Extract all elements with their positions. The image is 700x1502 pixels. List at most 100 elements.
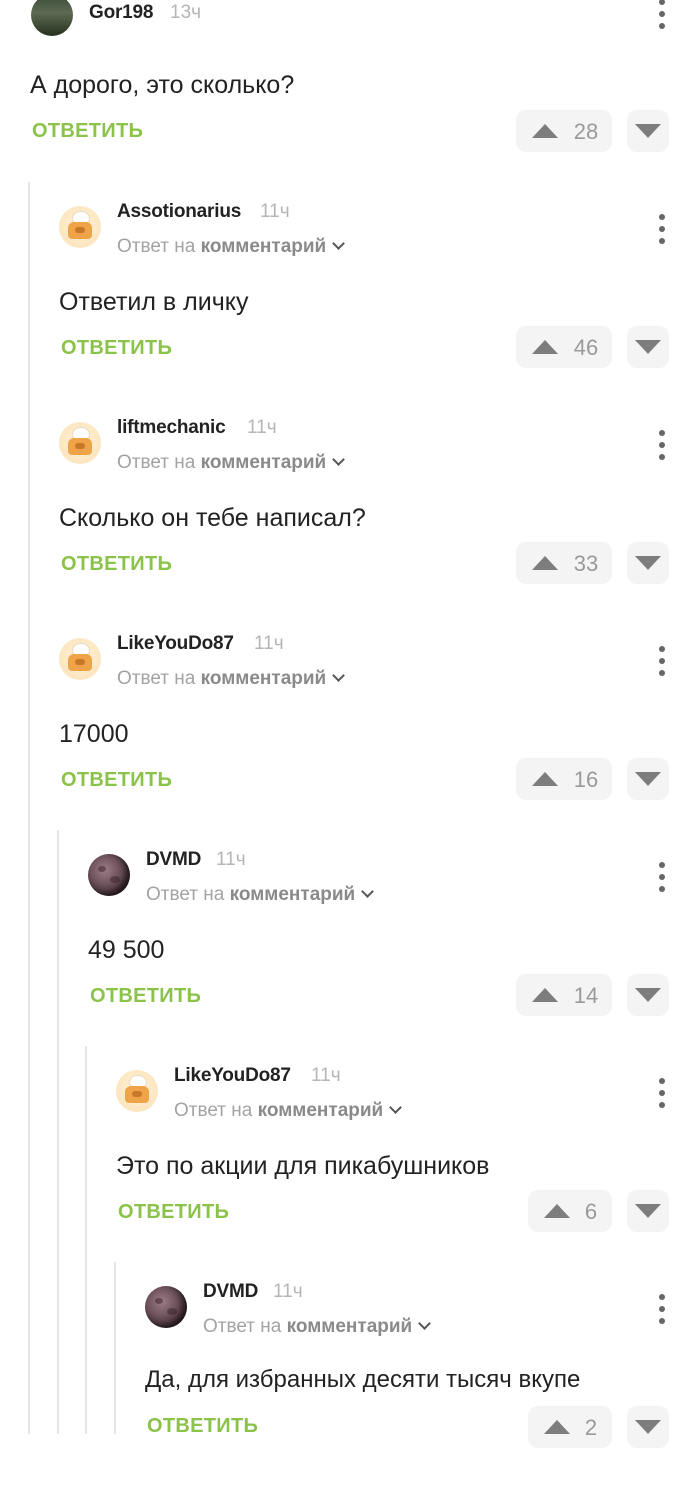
comment-author[interactable]: DVMD: [146, 849, 201, 871]
arrow-up-icon: [544, 1204, 570, 1218]
comment-author[interactable]: Gor198: [89, 2, 153, 24]
more-options-icon[interactable]: [657, 646, 667, 676]
comment: Gor198 13ч А дорого, это сколько? ОТВЕТИ…: [0, 0, 700, 210]
avatar[interactable]: [88, 854, 130, 896]
reply-to-target: комментарий: [286, 1316, 413, 1337]
upvote-button[interactable]: 6: [528, 1190, 612, 1232]
comment-time: 13ч: [170, 2, 202, 23]
upvote-button[interactable]: 46: [516, 326, 612, 368]
comment-time: 11ч: [216, 849, 246, 870]
reply-to-prefix: Ответ на: [117, 236, 196, 257]
reply-to-link[interactable]: Ответ на комментарий: [117, 668, 346, 690]
comment-text: 49 500: [88, 936, 165, 964]
upvote-button[interactable]: 28: [516, 110, 612, 152]
reply-button[interactable]: ОТВЕТИТЬ: [61, 769, 172, 792]
more-options-icon[interactable]: [657, 214, 667, 244]
chevron-down-icon: [332, 453, 346, 466]
avatar[interactable]: [59, 206, 101, 248]
chevron-down-icon: [361, 885, 375, 898]
vote-count: 2: [584, 1415, 598, 1440]
comment-time: 11ч: [247, 417, 277, 438]
comment-text: Да, для избранных десяти тысяч вкупе: [145, 1366, 581, 1393]
reply-button[interactable]: ОТВЕТИТЬ: [90, 985, 201, 1008]
reply-button[interactable]: ОТВЕТИТЬ: [118, 1201, 229, 1224]
upvote-button[interactable]: 33: [516, 542, 612, 584]
arrow-down-icon: [635, 124, 661, 138]
comment-author[interactable]: DVMD: [203, 1281, 258, 1303]
chevron-down-icon: [418, 1317, 432, 1330]
vote-count: 28: [573, 119, 599, 144]
arrow-up-icon: [532, 556, 558, 570]
reply-to-target: комментарий: [200, 236, 327, 257]
reply-button[interactable]: ОТВЕТИТЬ: [61, 337, 172, 360]
reply-to-target: комментарий: [200, 668, 327, 689]
reply-to-link[interactable]: Ответ на комментарий: [117, 236, 346, 258]
reply-button[interactable]: ОТВЕТИТЬ: [61, 553, 172, 576]
downvote-button[interactable]: [627, 110, 669, 152]
comment-author[interactable]: LikeYouDo87: [117, 633, 234, 655]
reply-to-prefix: Ответ на: [117, 668, 196, 689]
more-options-icon[interactable]: [657, 862, 667, 892]
reply-to-link[interactable]: Ответ на комментарий: [203, 1316, 432, 1338]
upvote-button[interactable]: 2: [528, 1406, 612, 1448]
reply-to-target: комментарий: [257, 1100, 384, 1121]
reply-to-prefix: Ответ на: [146, 884, 225, 905]
vote-count: 16: [573, 767, 599, 792]
more-options-icon[interactable]: [657, 430, 667, 460]
reply-to-link[interactable]: Ответ на комментарий: [174, 1100, 403, 1122]
more-options-icon[interactable]: [657, 1294, 667, 1324]
comment-text: Это по акции для пикабушников: [116, 1152, 490, 1180]
comment-text: А дорого, это сколько?: [30, 71, 295, 99]
arrow-up-icon: [532, 772, 558, 786]
comment-time: 11ч: [311, 1065, 341, 1086]
reply-to-target: комментарий: [229, 884, 356, 905]
comment: liftmechanic 11ч Ответ на комментарий Ск…: [0, 417, 700, 638]
more-options-icon[interactable]: [657, 1078, 667, 1108]
arrow-down-icon: [635, 772, 661, 786]
vote-count: 14: [573, 983, 599, 1008]
comment-author[interactable]: liftmechanic: [117, 417, 226, 439]
arrow-up-icon: [544, 1420, 570, 1434]
downvote-button[interactable]: [627, 974, 669, 1016]
arrow-down-icon: [635, 340, 661, 354]
downvote-button[interactable]: [627, 758, 669, 800]
reply-button[interactable]: ОТВЕТИТЬ: [32, 120, 143, 143]
vote-count: 33: [573, 551, 599, 576]
comment-time: 11ч: [260, 201, 290, 222]
chevron-down-icon: [332, 237, 346, 250]
avatar[interactable]: [59, 638, 101, 680]
chevron-down-icon: [332, 669, 346, 682]
comment-author[interactable]: Assotionarius: [117, 201, 241, 223]
avatar[interactable]: [116, 1070, 158, 1112]
downvote-button[interactable]: [627, 1406, 669, 1448]
comment-author[interactable]: LikeYouDo87: [174, 1065, 291, 1087]
vote-count: 6: [584, 1199, 598, 1224]
comment: DVMD 11ч Ответ на комментарий Да, для из…: [0, 1281, 700, 1502]
comment: LikeYouDo87 11ч Ответ на комментарий Это…: [0, 1065, 700, 1286]
downvote-button[interactable]: [627, 1190, 669, 1232]
more-options-icon[interactable]: [657, 0, 667, 29]
reply-to-prefix: Ответ на: [203, 1316, 282, 1337]
comment: LikeYouDo87 11ч Ответ на комментарий 170…: [0, 633, 700, 854]
downvote-button[interactable]: [627, 326, 669, 368]
upvote-button[interactable]: 16: [516, 758, 612, 800]
reply-to-prefix: Ответ на: [117, 452, 196, 473]
comment-text: Сколько он тебе написал?: [59, 504, 366, 532]
reply-to-link[interactable]: Ответ на комментарий: [117, 452, 346, 474]
downvote-button[interactable]: [627, 542, 669, 584]
upvote-button[interactable]: 14: [516, 974, 612, 1016]
arrow-down-icon: [635, 1204, 661, 1218]
comment-time: 11ч: [273, 1281, 303, 1302]
comment-time: 11ч: [254, 633, 284, 654]
comment: Assotionarius 11ч Ответ на комментарий О…: [0, 201, 700, 422]
comment: DVMD 11ч Ответ на комментарий 49 500 ОТВ…: [0, 849, 700, 1070]
avatar[interactable]: [31, 0, 73, 36]
arrow-down-icon: [635, 988, 661, 1002]
avatar[interactable]: [145, 1286, 187, 1328]
reply-to-prefix: Ответ на: [174, 1100, 253, 1121]
reply-to-link[interactable]: Ответ на комментарий: [146, 884, 375, 906]
arrow-up-icon: [532, 988, 558, 1002]
avatar[interactable]: [59, 422, 101, 464]
reply-button[interactable]: ОТВЕТИТЬ: [147, 1415, 258, 1438]
arrow-down-icon: [635, 556, 661, 570]
